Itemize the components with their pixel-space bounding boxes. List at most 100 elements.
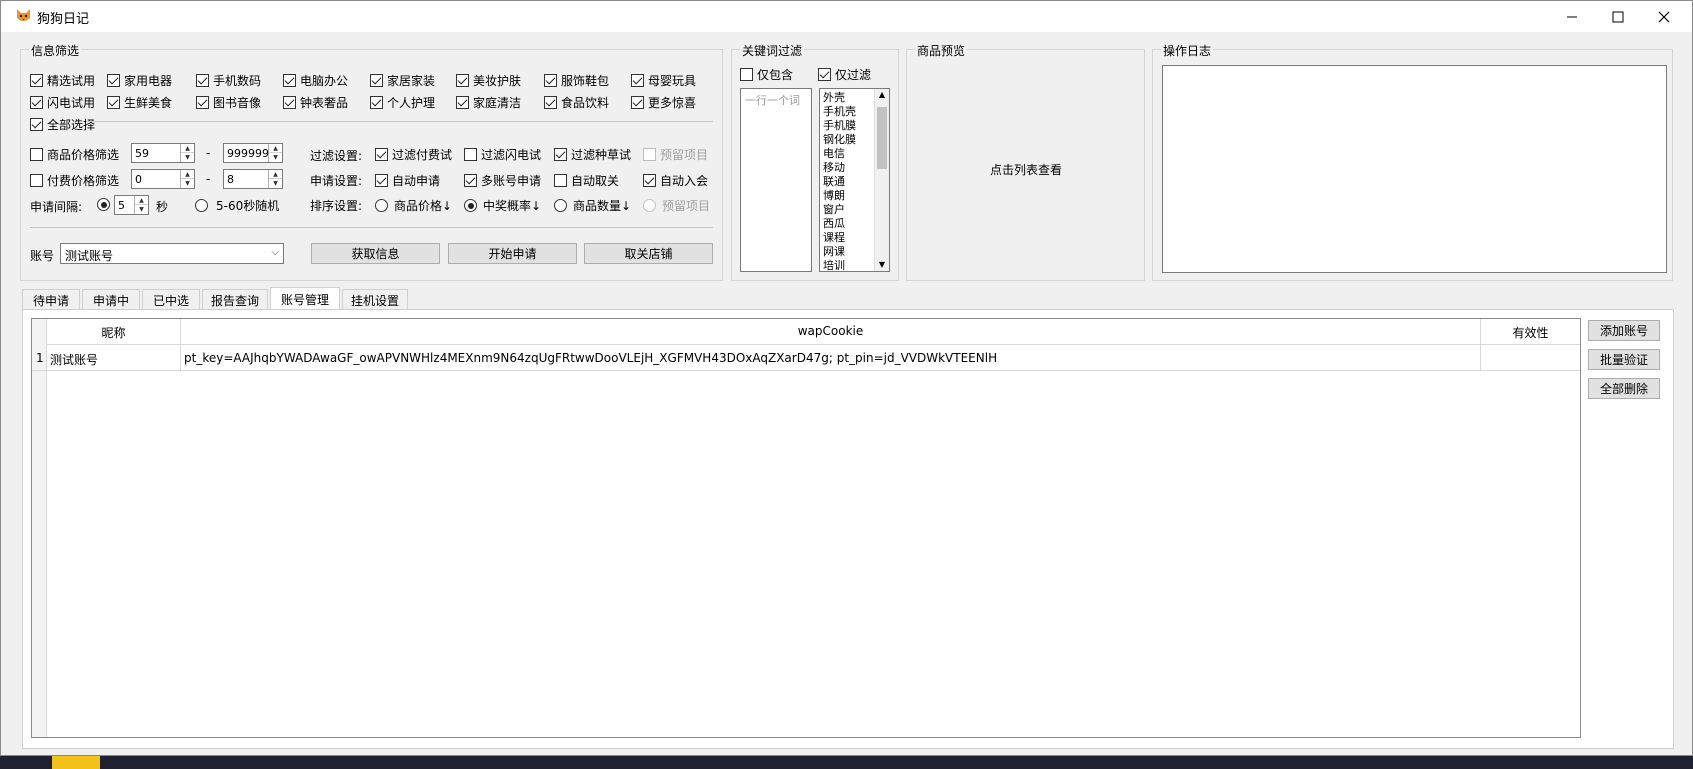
apply-setting-checkbox[interactable]: 自动入会 — [643, 172, 708, 189]
down-arrow-icon[interactable]: ▼ — [269, 179, 282, 188]
category-checkbox-box[interactable] — [456, 74, 469, 87]
category-checkbox-box[interactable] — [30, 96, 43, 109]
title-bar[interactable]: 狗狗日记 — [1, 1, 1692, 32]
tab-2[interactable]: 已中选 — [142, 289, 200, 309]
category-checkbox[interactable]: 电脑办公 — [283, 72, 348, 89]
up-arrow-icon[interactable]: ▲ — [181, 144, 194, 153]
filter-setting-checkbox-box[interactable] — [554, 148, 567, 161]
sort-radio[interactable]: 中奖概率↓ — [464, 197, 541, 214]
tab-0[interactable]: 待申请 — [22, 289, 80, 309]
tab-3[interactable]: 报告查询 — [202, 289, 268, 309]
table-cell-wapcookie[interactable]: pt_key=AAJhqbYWADAwaGF_owAPVNWHlz4MEXnm9… — [181, 345, 1481, 371]
apply-setting-checkbox-box[interactable] — [464, 174, 477, 187]
category-checkbox-box[interactable] — [544, 96, 557, 109]
sort-radio-dot[interactable] — [554, 199, 567, 212]
category-checkbox-box[interactable] — [631, 96, 644, 109]
category-checkbox-box[interactable] — [283, 96, 296, 109]
tab-5[interactable]: 挂机设置 — [342, 289, 408, 309]
batch-verify-button[interactable]: 批量验证 — [1588, 349, 1660, 370]
price-max-stepper[interactable]: 999999 ▲ ▼ — [223, 143, 283, 163]
table-cell-validity[interactable] — [1481, 345, 1580, 371]
filter-only-checkbox[interactable]: 仅过滤 — [818, 66, 871, 83]
category-checkbox-box[interactable] — [196, 96, 209, 109]
paid-price-filter-checkbox[interactable]: 付费价格筛选 — [30, 172, 119, 189]
include-words-textarea[interactable]: 一行一个词 — [740, 88, 812, 272]
sort-radio-dot[interactable] — [375, 199, 388, 212]
column-header-wapcookie[interactable]: wapCookie — [181, 319, 1481, 345]
category-checkbox[interactable]: 更多惊喜 — [631, 94, 696, 111]
category-checkbox[interactable]: 家用电器 — [107, 72, 172, 89]
start-apply-button[interactable]: 开始申请 — [448, 243, 577, 264]
paid-min-stepper[interactable]: 0 ▲ ▼ — [131, 169, 195, 189]
category-checkbox[interactable]: 美妆护肤 — [456, 72, 521, 89]
down-arrow-icon[interactable]: ▼ — [181, 153, 194, 162]
category-checkbox[interactable]: 家庭清洁 — [456, 94, 521, 111]
taskbar-app-icon[interactable] — [52, 754, 100, 769]
fetch-info-button[interactable]: 获取信息 — [311, 243, 440, 264]
interval-stepper[interactable]: 5 ▲ ▼ — [114, 195, 149, 215]
stepper-arrows[interactable]: ▲ ▼ — [268, 144, 282, 162]
category-checkbox[interactable]: 钟表奢品 — [283, 94, 348, 111]
scroll-up-icon[interactable]: ▲ — [875, 89, 889, 101]
log-textarea[interactable] — [1162, 65, 1667, 273]
up-arrow-icon[interactable]: ▲ — [269, 144, 282, 153]
paid-price-filter-box[interactable] — [30, 174, 43, 187]
minimize-button[interactable] — [1549, 1, 1595, 32]
apply-setting-checkbox[interactable]: 自动取关 — [554, 172, 619, 189]
preview-hint[interactable]: 点击列表查看 — [990, 161, 1062, 178]
down-arrow-icon[interactable]: ▼ — [135, 205, 148, 214]
category-checkbox[interactable]: 精选试用 — [30, 72, 95, 89]
interval-fixed-radio[interactable] — [97, 198, 110, 211]
filter-setting-checkbox[interactable]: 过滤闪电试 — [464, 146, 541, 163]
category-checkbox-box[interactable] — [196, 74, 209, 87]
account-select[interactable]: 测试账号 ⌵ — [60, 243, 284, 264]
category-checkbox[interactable]: 生鲜美食 — [107, 94, 172, 111]
category-checkbox-box[interactable] — [456, 96, 469, 109]
down-arrow-icon[interactable]: ▼ — [269, 153, 282, 162]
category-checkbox[interactable]: 手机数码 — [196, 72, 261, 89]
apply-setting-checkbox-box[interactable] — [554, 174, 567, 187]
price-min-stepper[interactable]: 59 ▲ ▼ — [131, 143, 195, 163]
filter-setting-checkbox[interactable]: 过滤种草试 — [554, 146, 631, 163]
select-all-box[interactable] — [30, 118, 43, 131]
delete-all-button[interactable]: 全部删除 — [1588, 378, 1660, 399]
stepper-arrows[interactable]: ▲ ▼ — [268, 170, 282, 188]
price-filter-box[interactable] — [30, 148, 43, 161]
stepper-arrows[interactable]: ▲ ▼ — [180, 170, 194, 188]
category-checkbox[interactable]: 个人护理 — [370, 94, 435, 111]
scrollbar-thumb[interactable] — [877, 107, 887, 169]
apply-setting-checkbox[interactable]: 自动申请 — [375, 172, 440, 189]
paid-max-stepper[interactable]: 8 ▲ ▼ — [223, 169, 283, 189]
table-cell-nickname[interactable]: 测试账号 — [47, 345, 181, 371]
include-only-box[interactable] — [740, 68, 753, 81]
category-checkbox-box[interactable] — [370, 96, 383, 109]
tab-1[interactable]: 申请中 — [82, 289, 140, 309]
category-checkbox[interactable]: 服饰鞋包 — [544, 72, 609, 89]
filter-setting-checkbox-box[interactable] — [375, 148, 388, 161]
sort-radio-dot[interactable] — [464, 199, 477, 212]
add-account-button[interactable]: 添加账号 — [1588, 320, 1660, 341]
scroll-down-icon[interactable]: ▼ — [875, 259, 889, 271]
category-checkbox-box[interactable] — [544, 74, 557, 87]
maximize-button[interactable] — [1595, 1, 1641, 32]
category-checkbox-box[interactable] — [107, 74, 120, 87]
include-only-checkbox[interactable]: 仅包含 — [740, 66, 793, 83]
select-all-checkbox[interactable]: 全部选择 — [30, 116, 95, 133]
filter-setting-checkbox[interactable]: 过滤付费试 — [375, 146, 452, 163]
sort-radio[interactable]: 商品价格↓ — [375, 197, 452, 214]
category-checkbox[interactable]: 图书音像 — [196, 94, 261, 111]
sort-radio[interactable]: 商品数量↓ — [554, 197, 631, 214]
down-arrow-icon[interactable]: ▼ — [181, 179, 194, 188]
filter-words-textarea[interactable]: 外壳 手机壳 手机膜 钢化膜 电信 移动 联通 博朗 窗户 西瓜 课程 网课 培训 ▲ ▼ — [819, 88, 890, 272]
unfollow-shops-button[interactable]: 取关店铺 — [584, 243, 713, 264]
apply-setting-checkbox-box[interactable] — [643, 174, 656, 187]
apply-setting-checkbox[interactable]: 多账号申请 — [464, 172, 541, 189]
filter-only-box[interactable] — [818, 68, 831, 81]
tab-4[interactable]: 账号管理 — [270, 287, 340, 309]
up-arrow-icon[interactable]: ▲ — [135, 196, 148, 205]
category-checkbox[interactable]: 闪电试用 — [30, 94, 95, 111]
category-checkbox-box[interactable] — [370, 74, 383, 87]
up-arrow-icon[interactable]: ▲ — [269, 170, 282, 179]
category-checkbox[interactable]: 母婴玩具 — [631, 72, 696, 89]
category-checkbox-box[interactable] — [283, 74, 296, 87]
